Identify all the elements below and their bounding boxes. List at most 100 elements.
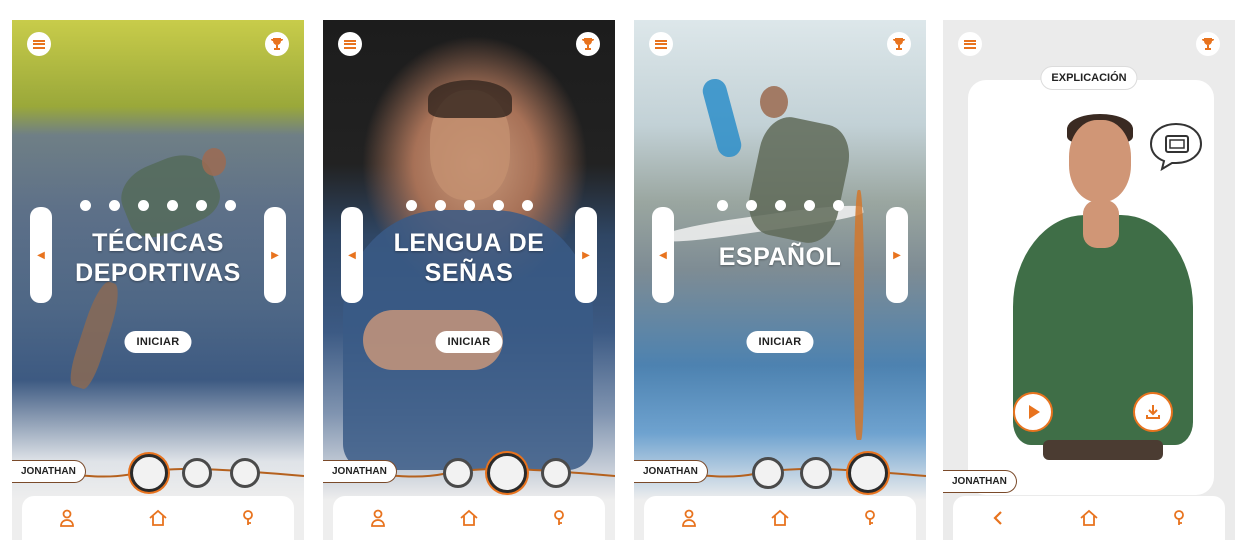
download-icon <box>1146 405 1160 419</box>
course-title-line-1: LENGUA DE <box>393 229 545 257</box>
level-ball-1[interactable] <box>130 454 168 492</box>
nav-home[interactable] <box>1074 503 1104 533</box>
home-icon <box>460 509 478 526</box>
screen-lengua-de-senas: ◀ ▶ LENGUA DE SEÑAS INICIAR JONATHAN <box>323 20 615 540</box>
home-icon <box>1080 509 1098 526</box>
trophy-icon <box>582 38 594 50</box>
nav-home[interactable] <box>454 503 484 533</box>
nav-profile[interactable] <box>52 503 82 533</box>
hurdle-post <box>854 190 864 440</box>
person-legs <box>1043 440 1163 460</box>
trophy-button[interactable] <box>265 32 289 56</box>
menu-button[interactable] <box>338 32 362 56</box>
level-ball-3[interactable] <box>230 458 260 488</box>
bottom-nav <box>644 496 916 540</box>
play-icon <box>1029 405 1040 419</box>
course-title: TÉCNICAS DEPORTIVAS <box>42 228 274 288</box>
search-icon <box>1173 510 1184 525</box>
search-icon <box>553 510 564 525</box>
trophy-icon <box>893 38 905 50</box>
level-ball-3[interactable] <box>541 458 571 488</box>
hurdler-head <box>760 86 788 118</box>
carousel-dot[interactable] <box>492 200 504 211</box>
carousel-dot[interactable] <box>225 200 236 211</box>
carousel-dot[interactable] <box>716 200 728 211</box>
nav-back[interactable] <box>983 503 1013 533</box>
carousel-dot[interactable] <box>745 200 757 211</box>
carousel-dot[interactable] <box>521 200 533 211</box>
nav-home[interactable] <box>765 503 795 533</box>
level-ball-2[interactable] <box>487 453 527 493</box>
carousel-dot[interactable] <box>434 200 446 211</box>
level-ball-1[interactable] <box>443 458 473 488</box>
screen-espanol: ◀ ▶ ESPAÑOL INICIAR JONATHAN <box>634 20 926 540</box>
signer-hair <box>428 80 512 118</box>
course-title-line-1: TÉCNICAS <box>92 229 224 257</box>
nav-search[interactable] <box>856 503 886 533</box>
carousel-dots <box>12 200 304 211</box>
hurdler-body <box>742 111 856 249</box>
menu-button[interactable] <box>649 32 673 56</box>
trophy-button[interactable] <box>1196 32 1220 56</box>
runner-head <box>202 148 226 176</box>
nav-profile[interactable] <box>674 503 704 533</box>
home-icon <box>149 509 167 526</box>
carousel-dots <box>323 200 615 211</box>
carousel-dot[interactable] <box>463 200 475 211</box>
menu-button[interactable] <box>27 32 51 56</box>
carousel-dot[interactable] <box>80 200 91 211</box>
carousel-dot[interactable] <box>138 200 149 211</box>
bottom-nav <box>22 496 294 540</box>
trophy-icon <box>271 38 283 50</box>
start-button[interactable]: INICIAR <box>435 331 503 353</box>
home-icon <box>771 509 789 526</box>
carousel-dot[interactable] <box>196 200 207 211</box>
course-title: LENGUA DE SEÑAS <box>353 228 585 288</box>
level-ball-1[interactable] <box>752 457 784 489</box>
screen-explicacion: EXPLICACIÓN JONATHAN <box>943 20 1235 540</box>
menu-icon <box>655 39 667 49</box>
carousel-dot[interactable] <box>109 200 120 211</box>
carousel-dot[interactable] <box>774 200 786 211</box>
back-icon <box>993 511 1003 525</box>
nav-profile[interactable] <box>363 503 393 533</box>
level-ball-3[interactable] <box>848 453 888 493</box>
explanation-label: EXPLICACIÓN <box>1040 66 1138 90</box>
carousel-dots <box>634 200 926 211</box>
user-name-tag[interactable]: JONATHAN <box>634 460 708 483</box>
hurdler-shoe <box>700 76 744 160</box>
user-name-tag[interactable]: JONATHAN <box>943 470 1017 493</box>
level-ball-2[interactable] <box>800 457 832 489</box>
menu-icon <box>344 39 356 49</box>
trophy-button[interactable] <box>887 32 911 56</box>
user-name-tag[interactable]: JONATHAN <box>12 460 86 483</box>
carousel-dot[interactable] <box>405 200 417 211</box>
search-icon <box>864 510 875 525</box>
bottom-nav <box>333 496 605 540</box>
person-head <box>1069 120 1131 202</box>
chat-icon <box>1149 122 1203 172</box>
start-button[interactable]: INICIAR <box>746 331 814 353</box>
nav-search[interactable] <box>234 503 264 533</box>
carousel-dot[interactable] <box>832 200 844 211</box>
start-button[interactable]: INICIAR <box>124 331 192 353</box>
user-icon <box>682 509 697 527</box>
nav-search[interactable] <box>545 503 575 533</box>
menu-button[interactable] <box>958 32 982 56</box>
user-icon <box>371 509 386 527</box>
play-button[interactable] <box>1013 392 1053 432</box>
trophy-button[interactable] <box>576 32 600 56</box>
user-name-tag[interactable]: JONATHAN <box>323 460 397 483</box>
level-ball-2[interactable] <box>182 458 212 488</box>
carousel-dot[interactable] <box>803 200 815 211</box>
screen-tecnicas-deportivas: ◀ ▶ TÉCNICAS DEPORTIVAS INICIAR JONATHAN <box>12 20 304 540</box>
nav-search[interactable] <box>1165 503 1195 533</box>
course-title-line-2: DEPORTIVAS <box>75 259 241 287</box>
screens-showcase: ◀ ▶ TÉCNICAS DEPORTIVAS INICIAR JONATHAN <box>0 0 1239 542</box>
nav-home[interactable] <box>143 503 173 533</box>
bottom-nav <box>953 496 1225 540</box>
course-title-line-1: ESPAÑOL <box>718 243 842 271</box>
carousel-dot[interactable] <box>167 200 178 211</box>
download-button[interactable] <box>1133 392 1173 432</box>
menu-icon <box>33 39 45 49</box>
